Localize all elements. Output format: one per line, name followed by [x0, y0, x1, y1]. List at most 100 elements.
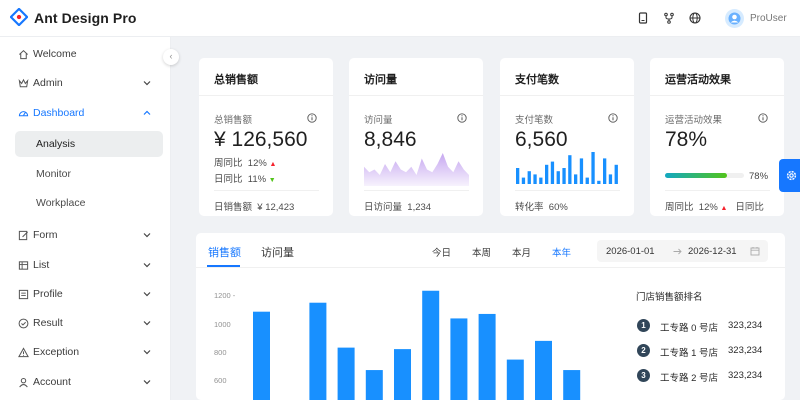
store-name: 工专路 1 号店 [660, 348, 719, 359]
mini-bar [579, 158, 584, 184]
sales-bar-6月[interactable] [394, 349, 411, 400]
home-icon [19, 49, 28, 60]
sidebar-subitem-monitor[interactable]: Monitor [15, 161, 163, 187]
metric-label: 访问量 [364, 115, 393, 126]
fork-icon[interactable] [663, 12, 675, 24]
sales-bar-8月[interactable] [450, 318, 468, 400]
caret-up-icon: ▲ [720, 205, 728, 212]
mini-bar [550, 161, 555, 184]
card-header: 支付笔数 [500, 58, 634, 96]
metric-label: 运营活动效果 [665, 115, 723, 126]
area-series [364, 153, 469, 186]
sidebar-item-admin[interactable]: Admin [8, 70, 163, 96]
sidebar-item-exception[interactable]: Exception [8, 339, 163, 365]
ant-design-logo-icon[interactable] [10, 8, 28, 26]
date-end[interactable]: 2026-12-31 [688, 246, 737, 257]
payments-mini-bar-chart [516, 152, 618, 184]
sidebar-item-label: Account [33, 376, 71, 388]
gear-icon [786, 170, 797, 181]
sales-bar-1月[interactable] [253, 311, 270, 400]
card-title: 支付笔数 [515, 74, 559, 86]
range-today[interactable]: 今日 [432, 245, 451, 259]
range-week[interactable]: 本周 [472, 245, 491, 259]
divider [364, 190, 469, 191]
sales-bar-5月[interactable] [365, 370, 383, 400]
card-title: 访问量 [364, 74, 397, 86]
globe-icon[interactable] [689, 12, 701, 24]
sidebar-collapse-button[interactable]: ‹ [163, 49, 179, 65]
date-start[interactable]: 2026-01-01 [606, 246, 655, 257]
card-title: 运营活动效果 [665, 74, 731, 86]
mini-bar [574, 174, 578, 184]
sales-bar-3月[interactable] [309, 302, 327, 400]
footer-label: 转化率 [515, 202, 544, 213]
mini-bar [516, 168, 520, 184]
range-month[interactable]: 本月 [512, 245, 531, 259]
form-icon [18, 230, 28, 241]
mini-bar [608, 174, 613, 184]
sidebar-item-dashboard[interactable]: Dashboard [8, 100, 163, 126]
sidebar-item-label: Result [33, 317, 63, 329]
caret-down-icon: ▼ [268, 177, 276, 184]
sidebar-item-result[interactable]: Result [8, 310, 163, 336]
progress-text: 78% [749, 171, 769, 182]
sidebar-subitem-analysis[interactable]: Analysis [15, 131, 163, 157]
sidebar-item-welcome[interactable]: Welcome [8, 41, 163, 67]
calendar-icon[interactable] [750, 246, 760, 256]
divider [515, 190, 620, 191]
sidebar-subitem-workplace[interactable]: Workplace [15, 190, 163, 216]
mini-bar [533, 174, 537, 184]
payments-card: 支付笔数 支付笔数 6,560 转化率 60% [500, 58, 634, 216]
mini-bar [585, 177, 589, 184]
tab-sales[interactable]: 销售额 [208, 244, 241, 260]
mini-bar [556, 171, 560, 184]
footer-value: 60% [548, 202, 568, 213]
sidebar-item-profile[interactable]: Profile [8, 281, 163, 307]
mini-bar [591, 152, 595, 184]
range-year[interactable]: 本年 [552, 245, 571, 259]
card-header: 运营活动效果 [650, 58, 784, 96]
settings-drawer-handle[interactable] [779, 159, 800, 192]
top-header: Ant Design Pro ProUser [0, 0, 800, 37]
card-header: 访问量 [349, 58, 483, 96]
card-title: 总销售额 [214, 74, 258, 86]
info-icon[interactable] [457, 113, 467, 123]
sales-bar-7月[interactable] [422, 290, 440, 400]
info-icon[interactable] [758, 113, 768, 123]
info-icon[interactable] [307, 113, 317, 123]
sales-bar-4月[interactable] [337, 347, 355, 400]
app-title[interactable]: Ant Design Pro [34, 10, 137, 26]
warning-icon [18, 347, 29, 358]
info-icon[interactable] [608, 113, 618, 123]
visits-card: 访问量 访问量 8,846 日访问量 1,234 [349, 58, 483, 216]
sales-bar-10月[interactable] [506, 359, 524, 400]
sales-bar-12月[interactable] [563, 370, 581, 400]
metric-value: 6,560 [515, 128, 568, 151]
metric-label: 总销售额 [214, 115, 253, 126]
sales-bar-9月[interactable] [478, 313, 496, 400]
day-trend: 日同比 11% ▼ [214, 171, 276, 185]
mini-bar [539, 177, 543, 184]
footer-label: 日访问量 [364, 202, 403, 213]
trend-value: 12% [698, 202, 718, 213]
check-circle-icon [18, 318, 29, 329]
tab-visits[interactable]: 访问量 [261, 244, 294, 260]
sidebar-item-account[interactable]: Account [8, 369, 163, 395]
sidebar-item-label: Monitor [36, 168, 72, 180]
metric-value: 8,846 [364, 128, 417, 151]
ranking-row: 3 工专路 2 号店 323,234 [637, 369, 777, 384]
divider [665, 190, 770, 191]
sidebar-item-label: Admin [33, 77, 63, 89]
doc-icon[interactable] [637, 12, 649, 24]
sidebar-item-list[interactable]: List [8, 252, 163, 278]
card-footer: 日访问量 1,234 [364, 199, 431, 213]
avatar[interactable] [725, 9, 744, 28]
mini-bar [562, 168, 566, 184]
table-icon [18, 261, 29, 270]
username[interactable]: ProUser [750, 13, 787, 24]
chevron-down-icon [143, 233, 151, 238]
ranking-title: 门店销售额排名 [636, 292, 703, 303]
total-sales-card: 总销售额 总销售额 ¥ 126,560 周同比 12% ▲ 日同比 11% ▼ … [199, 58, 333, 216]
sidebar-item-form[interactable]: Form [8, 222, 163, 248]
sales-bar-11月[interactable] [535, 340, 552, 400]
